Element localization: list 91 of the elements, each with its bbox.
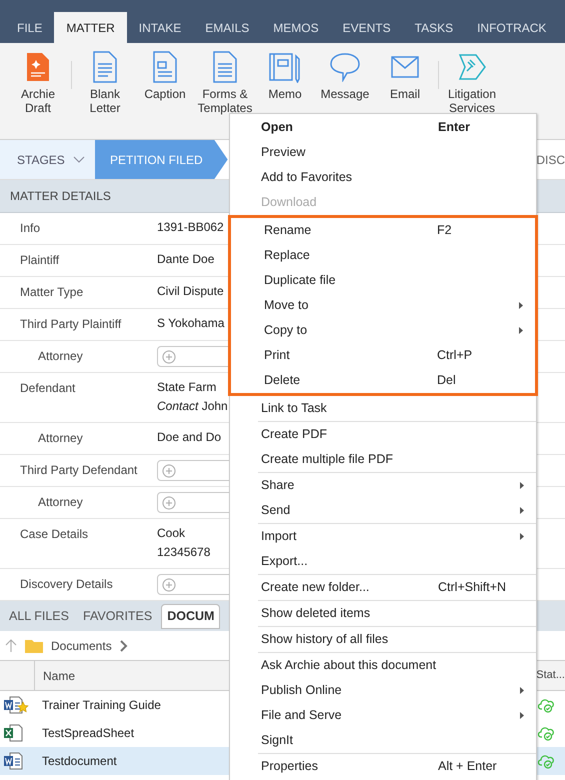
file-name: Trainer Training Guide [41,697,161,714]
field-value: Civil Dispute [157,283,224,300]
menu-item[interactable]: Link to Task [230,396,536,421]
menu-item[interactable]: Replace [233,243,535,268]
menu-item[interactable]: Create PDF [258,422,536,447]
ribbon-tab[interactable]: TASKS [402,12,466,43]
field-label: Matter Type [19,284,84,301]
field-label: Info [19,220,42,237]
notebook-pen-icon [269,51,301,83]
ribbon-tab[interactable]: INFOTRACK [465,12,558,43]
document-icon [92,51,118,83]
field-label: Third Party Defendant [19,462,138,479]
ribbon-button[interactable]: Email [375,51,435,101]
menu-item[interactable]: SignIt [258,728,536,753]
cloud-check-icon [538,754,555,768]
document-icon [152,51,178,83]
ribbon-tab[interactable]: EMAILS [193,12,262,43]
menu-item[interactable]: Share [258,473,536,498]
menu-item[interactable]: Delete Del [233,368,535,393]
up-arrow-icon[interactable] [5,638,17,652]
ribbon-tab[interactable]: EVENTS [330,12,403,43]
menu-item[interactable]: Move to [233,293,535,318]
field-value: Dante Doe [157,251,214,268]
field-label: Defendant [19,380,76,397]
ribbon-button[interactable]: Archie Draft [8,51,68,115]
field-value: Doe and Do [157,429,222,446]
menu-item[interactable]: Show deleted items [258,601,536,626]
menu-item[interactable]: Properties Alt + Enter [258,754,536,779]
ribbon-button[interactable]: Message [315,51,375,101]
menu-item[interactable]: Export... [258,549,536,574]
envelope-icon [391,56,419,78]
plus-icon [162,350,176,364]
ribbon-button[interactable]: Forms & Templates [195,51,255,115]
field-value: 1391-BB062 [157,219,224,236]
ribbon-tab[interactable]: MEMOS [261,12,331,43]
plus-icon [162,496,176,510]
field-label: Case Details [19,526,90,543]
menu-item[interactable]: Copy to [233,318,535,343]
file-name: TestSpreadSheet [41,725,134,742]
folder-icon [25,638,43,652]
sparkle-document-icon [26,52,50,82]
ribbon-tab[interactable]: INTAKE [126,12,194,43]
menu-item[interactable]: Send [258,498,536,523]
menu-item[interactable]: Import [258,524,536,549]
column-header[interactable]: Stat... [536,667,565,684]
menu-item[interactable]: Show history of all files [258,627,536,652]
cloud-check-icon [538,698,555,712]
ribbon-button[interactable]: Memo [255,51,315,101]
menu-item[interactable]: Print Ctrl+P [233,343,535,368]
field-label: Attorney [37,494,84,511]
file-name: Testdocument [41,753,117,770]
library-tab[interactable]: DOCUM [161,604,220,629]
ribbon-button[interactable]: Caption [135,51,195,101]
ribbon-tab[interactable]: FILE [5,12,54,43]
menu-item[interactable]: Duplicate file [233,268,535,293]
menu-item[interactable]: Rename F2 [233,218,535,243]
stages-dropdown[interactable]: STAGES [0,140,95,179]
menu-item[interactable]: File and Serve [258,703,536,728]
menu-item[interactable]: Create new folder... Ctrl+Shift+N [258,575,536,600]
document-icon [212,51,238,83]
field-label: Plaintiff [19,252,60,269]
ribbon-button[interactable]: Blank Letter [75,51,135,115]
word-file-star-icon [3,696,29,714]
breadcrumb-item[interactable]: Documents [51,636,112,654]
gavel-tag-icon [457,52,487,82]
field-value: S Yokohama [157,315,224,332]
field-value: Cook [157,525,186,542]
library-tab[interactable]: FAVORITES [78,604,158,629]
word-file-icon [3,752,23,770]
field-label: Attorney [37,430,84,447]
menu-item[interactable]: Create multiple file PDF [258,447,536,472]
chevron-down-icon [72,156,85,163]
library-tab[interactable]: ALL FILES [4,604,74,629]
ribbon-tab[interactable]: MATTER [54,12,127,43]
plus-icon [162,464,176,478]
plus-icon [162,578,176,592]
stage-label[interactable]: DISC [536,150,565,168]
column-header[interactable]: Name [35,666,76,684]
menu-item[interactable]: Preview [230,140,536,165]
speech-bubble-icon [329,52,361,82]
chevron-right-icon[interactable] [120,640,128,652]
field-label: Attorney [37,348,84,365]
field-value: Contact John [157,398,228,415]
menu-item[interactable]: Publish Online [258,678,536,703]
spreadsheet-file-icon [3,724,23,742]
field-label: Discovery Details [19,576,114,593]
field-value: 12345678 [157,544,210,561]
cloud-check-icon [538,726,555,740]
menu-item[interactable]: Ask Archie about this document [258,653,536,678]
field-label: Third Party Plaintiff [19,316,122,333]
field-value: State Farm [157,379,218,396]
